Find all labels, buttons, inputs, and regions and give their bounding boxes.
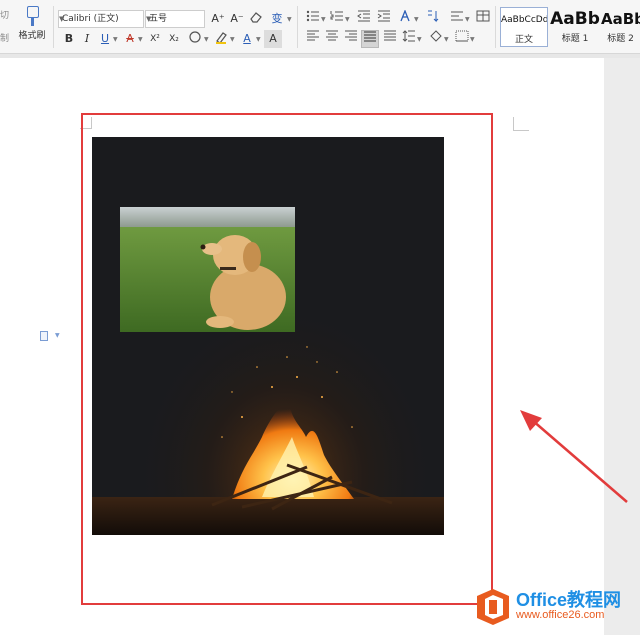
shrink-font-button[interactable]: A⁻	[228, 10, 246, 28]
chevron-down-icon: ▼	[444, 36, 449, 43]
font-color-button[interactable]: A	[238, 30, 256, 48]
align-right-icon	[345, 30, 357, 41]
align-left-button[interactable]	[304, 30, 322, 48]
office-logo-icon	[477, 589, 509, 625]
chevron-down-icon: ▼	[256, 36, 261, 43]
strikethrough-button[interactable]: A	[121, 30, 139, 48]
chevron-down-icon: ▼	[230, 36, 235, 43]
indent-icon	[377, 10, 390, 22]
table-icon	[476, 10, 490, 22]
chevron-down-icon: ▼	[204, 36, 209, 43]
bold-button[interactable]: B	[60, 30, 78, 48]
chevron-down-icon: ▼	[470, 36, 475, 43]
border-icon	[455, 30, 469, 42]
text-effect-icon	[189, 31, 201, 43]
align-justify-icon	[364, 31, 376, 42]
vertical-scrollbar[interactable]	[604, 58, 640, 635]
numbering-button[interactable]	[328, 10, 346, 28]
paragraph-mark-icon	[451, 11, 463, 21]
chevron-down-icon: ▼	[55, 332, 60, 339]
watermark-url: www.office26.com	[516, 609, 605, 621]
font-name-value: Calibri (正文)	[62, 14, 119, 24]
divider	[495, 6, 496, 48]
format-painter-label: 格式刷	[18, 31, 46, 41]
justify-button[interactable]	[361, 30, 379, 48]
clear-format-button[interactable]	[247, 10, 265, 28]
chevron-down-icon: ▼	[113, 36, 118, 43]
subscript-button[interactable]: X₂	[165, 30, 183, 48]
grow-font-button[interactable]: A⁺	[209, 10, 227, 28]
chevron-down-icon: ▼	[287, 16, 292, 23]
chevron-down-icon: ▼	[465, 16, 470, 23]
margin-corner-mark	[513, 117, 529, 131]
character-shading-button[interactable]: A	[264, 30, 282, 48]
highlight-button[interactable]	[212, 30, 230, 48]
highlighter-icon	[216, 32, 227, 44]
style-name: 正文	[514, 35, 533, 45]
font-size-value: 五号	[149, 14, 168, 24]
paint-bucket-icon	[430, 30, 442, 42]
chevron-down-icon: ▼	[414, 16, 419, 23]
chevron-down-icon: ▼	[417, 36, 422, 43]
office26-watermark: Office教程网 www.office26.com	[476, 586, 640, 630]
align-distributed-icon	[384, 30, 396, 41]
underline-button[interactable]: U	[96, 30, 114, 48]
font-size-select[interactable]: 五号 ▼	[145, 10, 205, 28]
divider	[297, 6, 298, 48]
divider	[53, 6, 54, 48]
align-left-icon	[307, 30, 319, 41]
chevron-down-icon: ▼	[138, 36, 143, 43]
line-spacing-button[interactable]	[400, 30, 418, 48]
highlight-frame	[81, 113, 493, 605]
eraser-icon	[250, 12, 262, 23]
chevron-down-icon: ▼	[321, 16, 326, 23]
style-preview: AaBb	[550, 9, 600, 29]
chinese-layout-icon	[400, 9, 410, 22]
format-painter-button[interactable]: 格式刷	[16, 6, 48, 41]
ribbon-toolbar: 切 制 格式刷 Calibri (正文) ▼ 五号 ▼ A⁺ A⁻ 变 ▼ B …	[0, 0, 640, 54]
increase-indent-button[interactable]	[375, 10, 393, 28]
style-preview: AaBbCcDd	[501, 15, 547, 25]
copy-button[interactable]: 制	[0, 33, 9, 56]
italic-button[interactable]: I	[78, 30, 96, 48]
sort-icon	[428, 10, 439, 23]
distributed-button[interactable]	[381, 30, 399, 48]
outdent-icon	[357, 10, 370, 22]
show-marks-button[interactable]	[448, 10, 466, 28]
align-center-button[interactable]	[323, 30, 341, 48]
borders-button[interactable]	[453, 30, 471, 48]
bullets-button[interactable]	[304, 10, 322, 28]
pinyin-guide-button[interactable]: 变	[268, 10, 286, 28]
document-icon	[40, 331, 48, 341]
style-heading-2[interactable]: AaBb 标题 2	[601, 7, 640, 47]
cut-button[interactable]: 切	[0, 10, 9, 33]
shading-button[interactable]	[427, 30, 445, 48]
chevron-down-icon: ▼	[345, 16, 350, 23]
superscript-button[interactable]: X²	[146, 30, 164, 48]
chinese-layout-button[interactable]	[397, 9, 415, 28]
bullet-list-icon	[306, 10, 319, 22]
line-spacing-icon	[402, 30, 415, 42]
style-normal[interactable]: AaBbCcDd 正文	[500, 7, 548, 47]
style-preview: AaBb	[601, 10, 640, 28]
style-name: 标题 1	[561, 34, 589, 44]
style-name: 标题 2	[607, 34, 634, 44]
format-painter-icon	[24, 6, 40, 26]
sort-button[interactable]	[424, 10, 442, 28]
text-effect-button[interactable]	[186, 30, 204, 48]
font-name-select[interactable]: Calibri (正文) ▼	[58, 10, 144, 28]
clipboard-group: 切 制	[0, 10, 9, 56]
align-right-button[interactable]	[342, 30, 360, 48]
align-center-icon	[326, 30, 338, 41]
style-heading-1[interactable]: AaBb 标题 1	[550, 7, 600, 47]
paragraph-options-button[interactable]: ▼	[40, 331, 60, 341]
decrease-indent-button[interactable]	[355, 10, 373, 28]
numbered-list-icon	[330, 11, 343, 21]
table-button[interactable]	[474, 10, 492, 28]
